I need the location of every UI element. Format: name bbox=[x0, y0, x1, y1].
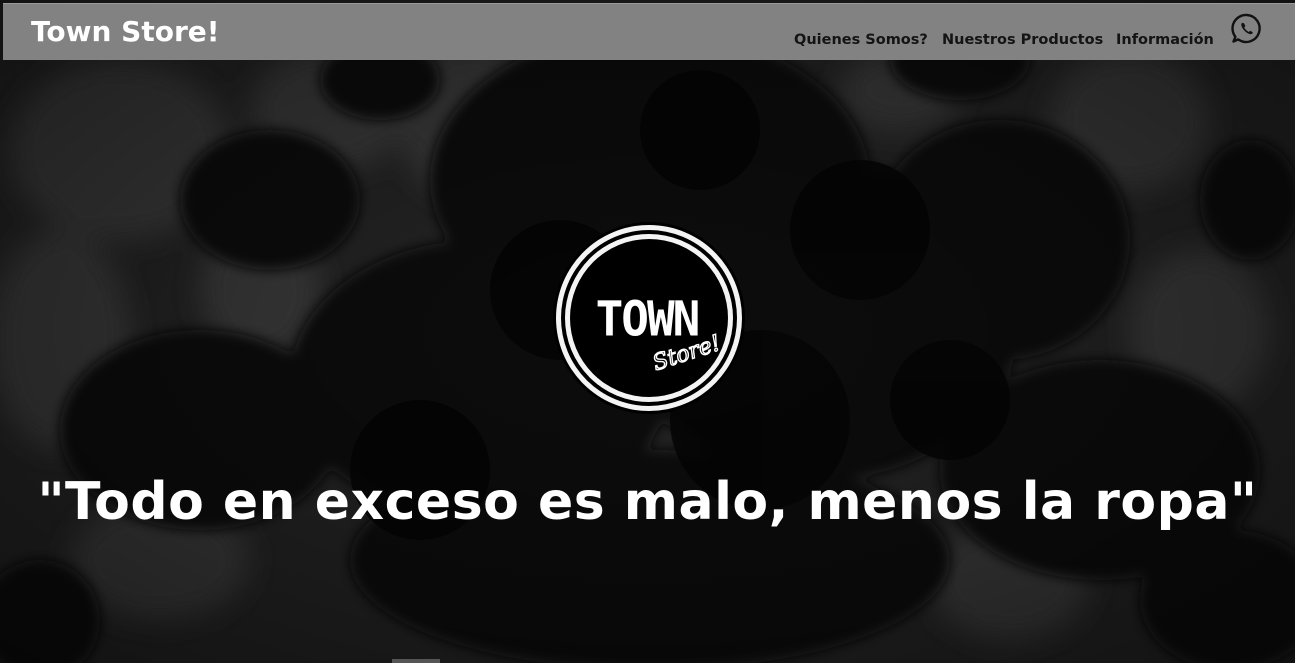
brand-link[interactable]: Town Store! bbox=[31, 14, 220, 50]
page: Town Store! Quienes Somos? Nuestros Prod… bbox=[0, 0, 1295, 663]
scroll-indicator bbox=[392, 659, 440, 663]
nav-nuestros-productos[interactable]: Nuestros Productos bbox=[942, 30, 1103, 50]
nav-informacion[interactable]: Información bbox=[1116, 30, 1214, 50]
hero-tagline: "Todo en exceso es malo, menos la ropa" bbox=[37, 472, 1258, 532]
whatsapp-icon[interactable] bbox=[1230, 12, 1264, 46]
nav-quienes-somos[interactable]: Quienes Somos? bbox=[794, 30, 928, 50]
town-store-logo: TOWN Store! bbox=[553, 222, 745, 414]
logo-main-text: TOWN bbox=[596, 291, 699, 347]
